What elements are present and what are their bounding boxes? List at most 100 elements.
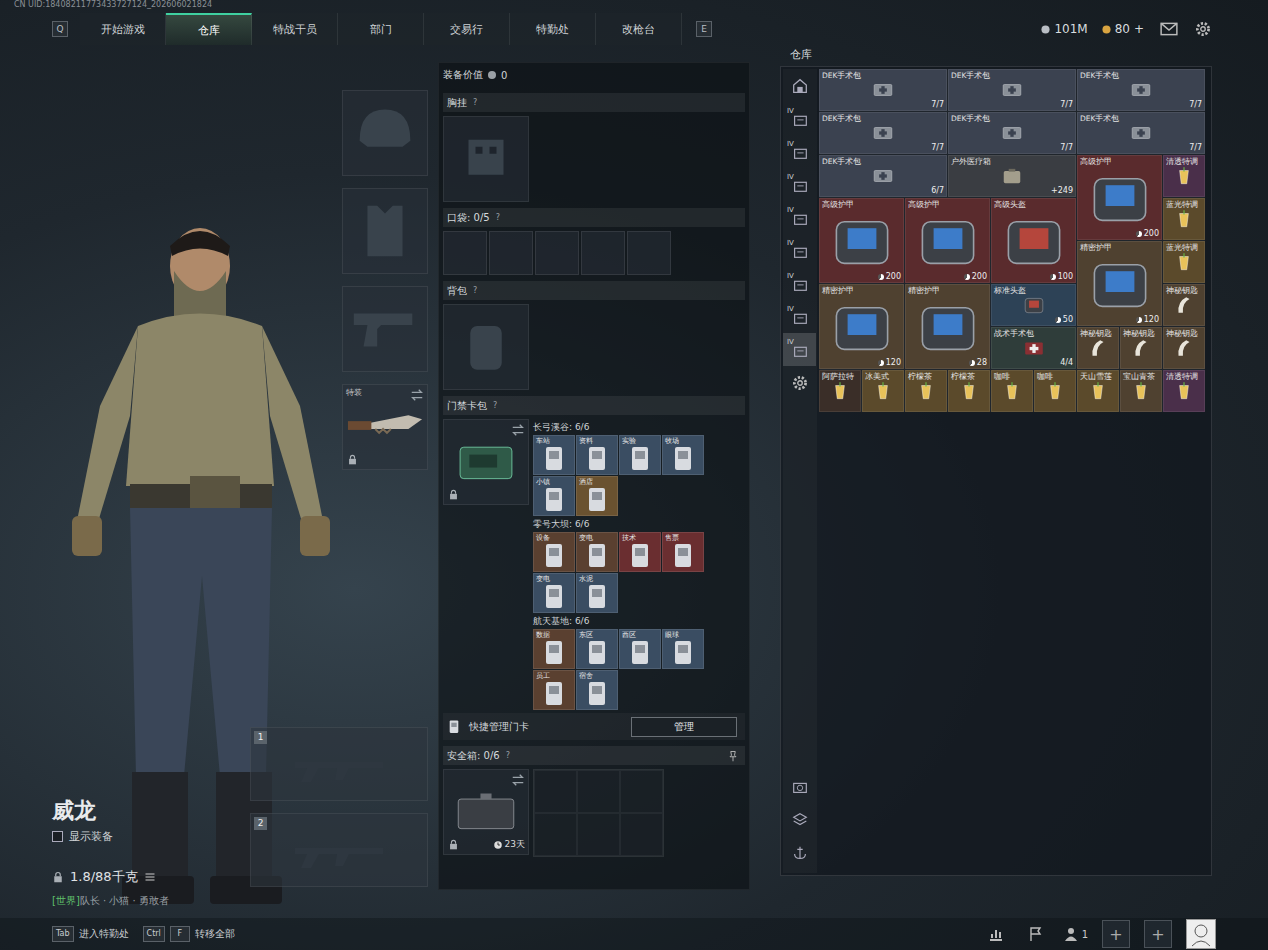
warehouse-item[interactable]: 咖啡 bbox=[1034, 370, 1076, 412]
safe-box-cell[interactable] bbox=[620, 813, 663, 856]
keycard[interactable]: 酒店 bbox=[576, 476, 618, 516]
warehouse-item[interactable]: 天山雪莲 bbox=[1077, 370, 1119, 412]
warehouse-item[interactable]: 神秘钥匙 bbox=[1120, 327, 1162, 369]
warehouse-item[interactable]: 战术手术包4/4 bbox=[991, 327, 1076, 369]
warehouse-tab[interactable] bbox=[783, 69, 816, 102]
warehouse-tab[interactable]: IV bbox=[783, 333, 816, 366]
warehouse-item[interactable]: 高级护甲200 bbox=[1077, 155, 1162, 240]
keycard[interactable]: 售票 bbox=[662, 532, 704, 572]
weapon-slot[interactable]: 2 bbox=[250, 813, 428, 887]
help-icon[interactable]: ? bbox=[496, 213, 500, 222]
warehouse-item[interactable]: 清透特调 bbox=[1163, 370, 1205, 412]
nav-tab[interactable]: 改枪台 bbox=[596, 13, 682, 45]
help-icon[interactable]: ? bbox=[506, 751, 510, 760]
help-icon[interactable]: ? bbox=[493, 401, 497, 410]
gear-slot[interactable] bbox=[342, 90, 428, 176]
pocket-slot[interactable] bbox=[443, 231, 487, 275]
keycard[interactable]: 资料 bbox=[576, 435, 618, 475]
warehouse-item[interactable]: 柠檬茶 bbox=[905, 370, 947, 412]
warehouse-item[interactable]: 精密护甲120 bbox=[819, 284, 904, 369]
warehouse-item[interactable]: 精密护甲28 bbox=[905, 284, 990, 369]
warehouse-tab[interactable]: IV bbox=[783, 168, 816, 201]
warehouse-item[interactable]: 神秘钥匙 bbox=[1163, 327, 1205, 369]
warehouse-item[interactable]: 精密护甲120 bbox=[1077, 241, 1162, 326]
warehouse-item[interactable]: DEK手术包7/7 bbox=[1077, 112, 1205, 154]
warehouse-item[interactable]: DEK手术包7/7 bbox=[819, 69, 947, 111]
gear-slot[interactable]: 特装 bbox=[342, 384, 428, 470]
warehouse-tab[interactable]: IV bbox=[783, 135, 816, 168]
nav-tab[interactable]: 交易行 bbox=[424, 13, 510, 45]
next-tab-key[interactable]: E bbox=[696, 21, 712, 37]
weapon-slot[interactable]: 1 bbox=[250, 727, 428, 801]
warehouse-tab[interactable] bbox=[783, 366, 816, 399]
add-currency-button[interactable]: + bbox=[1134, 22, 1144, 36]
keycard[interactable]: 眼球 bbox=[662, 629, 704, 669]
tool-button[interactable] bbox=[783, 803, 816, 836]
keycard[interactable]: 员工 bbox=[533, 670, 575, 710]
keycard[interactable]: 宿舍 bbox=[576, 670, 618, 710]
nav-tab[interactable]: 特勤处 bbox=[510, 13, 596, 45]
safe-box-cell[interactable] bbox=[620, 770, 663, 813]
warehouse-tab[interactable]: IV bbox=[783, 234, 816, 267]
flag-button[interactable] bbox=[1023, 921, 1049, 947]
keycard[interactable]: 实验 bbox=[619, 435, 661, 475]
nav-tab[interactable]: 仓库 bbox=[166, 13, 252, 45]
warehouse-item[interactable]: 柠檬茶 bbox=[948, 370, 990, 412]
pocket-slot[interactable] bbox=[489, 231, 533, 275]
safe-box-cell[interactable] bbox=[534, 813, 577, 856]
invite-button[interactable]: + bbox=[1102, 920, 1130, 948]
warehouse-item[interactable]: 阿萨拉特 bbox=[819, 370, 861, 412]
warehouse-item[interactable]: DEK手术包7/7 bbox=[1077, 69, 1205, 111]
safe-box-cell[interactable] bbox=[577, 770, 620, 813]
keycard-pack-slot[interactable] bbox=[443, 419, 529, 505]
keycard[interactable]: 牧场 bbox=[662, 435, 704, 475]
warehouse-item[interactable]: DEK手术包6/7 bbox=[819, 155, 947, 197]
backpack-slot[interactable] bbox=[443, 304, 529, 390]
keycard[interactable]: 车站 bbox=[533, 435, 575, 475]
warehouse-item[interactable]: DEK手术包7/7 bbox=[819, 112, 947, 154]
player-avatar[interactable] bbox=[1186, 919, 1216, 949]
warehouse-item[interactable]: 高级头盔100 bbox=[991, 198, 1076, 283]
gear-slot[interactable] bbox=[342, 286, 428, 372]
keycard[interactable]: 变电 bbox=[533, 573, 575, 613]
warehouse-item[interactable]: DEK手术包7/7 bbox=[948, 69, 1076, 111]
tool-button[interactable] bbox=[783, 770, 816, 803]
warehouse-item[interactable]: 清透特调 bbox=[1163, 155, 1205, 197]
show-gear-toggle[interactable]: 显示装备 bbox=[52, 829, 250, 844]
warehouse-tab[interactable]: IV bbox=[783, 201, 816, 234]
keycard[interactable]: 数据 bbox=[533, 629, 575, 669]
safe-box-slot[interactable]: 23天 bbox=[443, 769, 529, 855]
keycard[interactable]: 东区 bbox=[576, 629, 618, 669]
warehouse-item[interactable]: 户外医疗箱+249 bbox=[948, 155, 1076, 197]
party-button[interactable]: 1 bbox=[1063, 926, 1088, 942]
keycard[interactable]: 变电 bbox=[576, 532, 618, 572]
help-icon[interactable]: ? bbox=[473, 286, 477, 295]
prev-tab-key[interactable]: Q bbox=[52, 21, 68, 37]
warehouse-item[interactable]: DEK手术包7/7 bbox=[948, 112, 1076, 154]
warehouse-tab[interactable]: IV bbox=[783, 300, 816, 333]
pocket-slot[interactable] bbox=[627, 231, 671, 275]
pocket-slot[interactable] bbox=[535, 231, 579, 275]
warehouse-item[interactable]: 蓝光特调 bbox=[1163, 241, 1205, 283]
warehouse-tab[interactable]: IV bbox=[783, 102, 816, 135]
warehouse-item[interactable]: 神秘钥匙 bbox=[1163, 284, 1205, 326]
manage-button[interactable]: 管理 bbox=[631, 717, 737, 737]
safe-box-cell[interactable] bbox=[534, 770, 577, 813]
warehouse-item[interactable]: 高级护甲200 bbox=[905, 198, 990, 283]
pocket-slot[interactable] bbox=[581, 231, 625, 275]
key-hint[interactable]: CtrlF转移全部 bbox=[143, 926, 235, 942]
warehouse-item[interactable]: 神秘钥匙 bbox=[1077, 327, 1119, 369]
keycard[interactable]: 西区 bbox=[619, 629, 661, 669]
keycard[interactable]: 设备 bbox=[533, 532, 575, 572]
stats-button[interactable] bbox=[983, 921, 1009, 947]
chest-rig-slot[interactable] bbox=[443, 116, 529, 202]
invite-button[interactable]: + bbox=[1144, 920, 1172, 948]
gear-slot[interactable] bbox=[342, 188, 428, 274]
help-icon[interactable]: ? bbox=[473, 98, 477, 107]
keycard[interactable]: 小镇 bbox=[533, 476, 575, 516]
warehouse-item[interactable]: 高级护甲200 bbox=[819, 198, 904, 283]
tool-button[interactable] bbox=[783, 836, 816, 869]
warehouse-item[interactable]: 咖啡 bbox=[991, 370, 1033, 412]
safe-box-cell[interactable] bbox=[577, 813, 620, 856]
keycard[interactable]: 水泥 bbox=[576, 573, 618, 613]
